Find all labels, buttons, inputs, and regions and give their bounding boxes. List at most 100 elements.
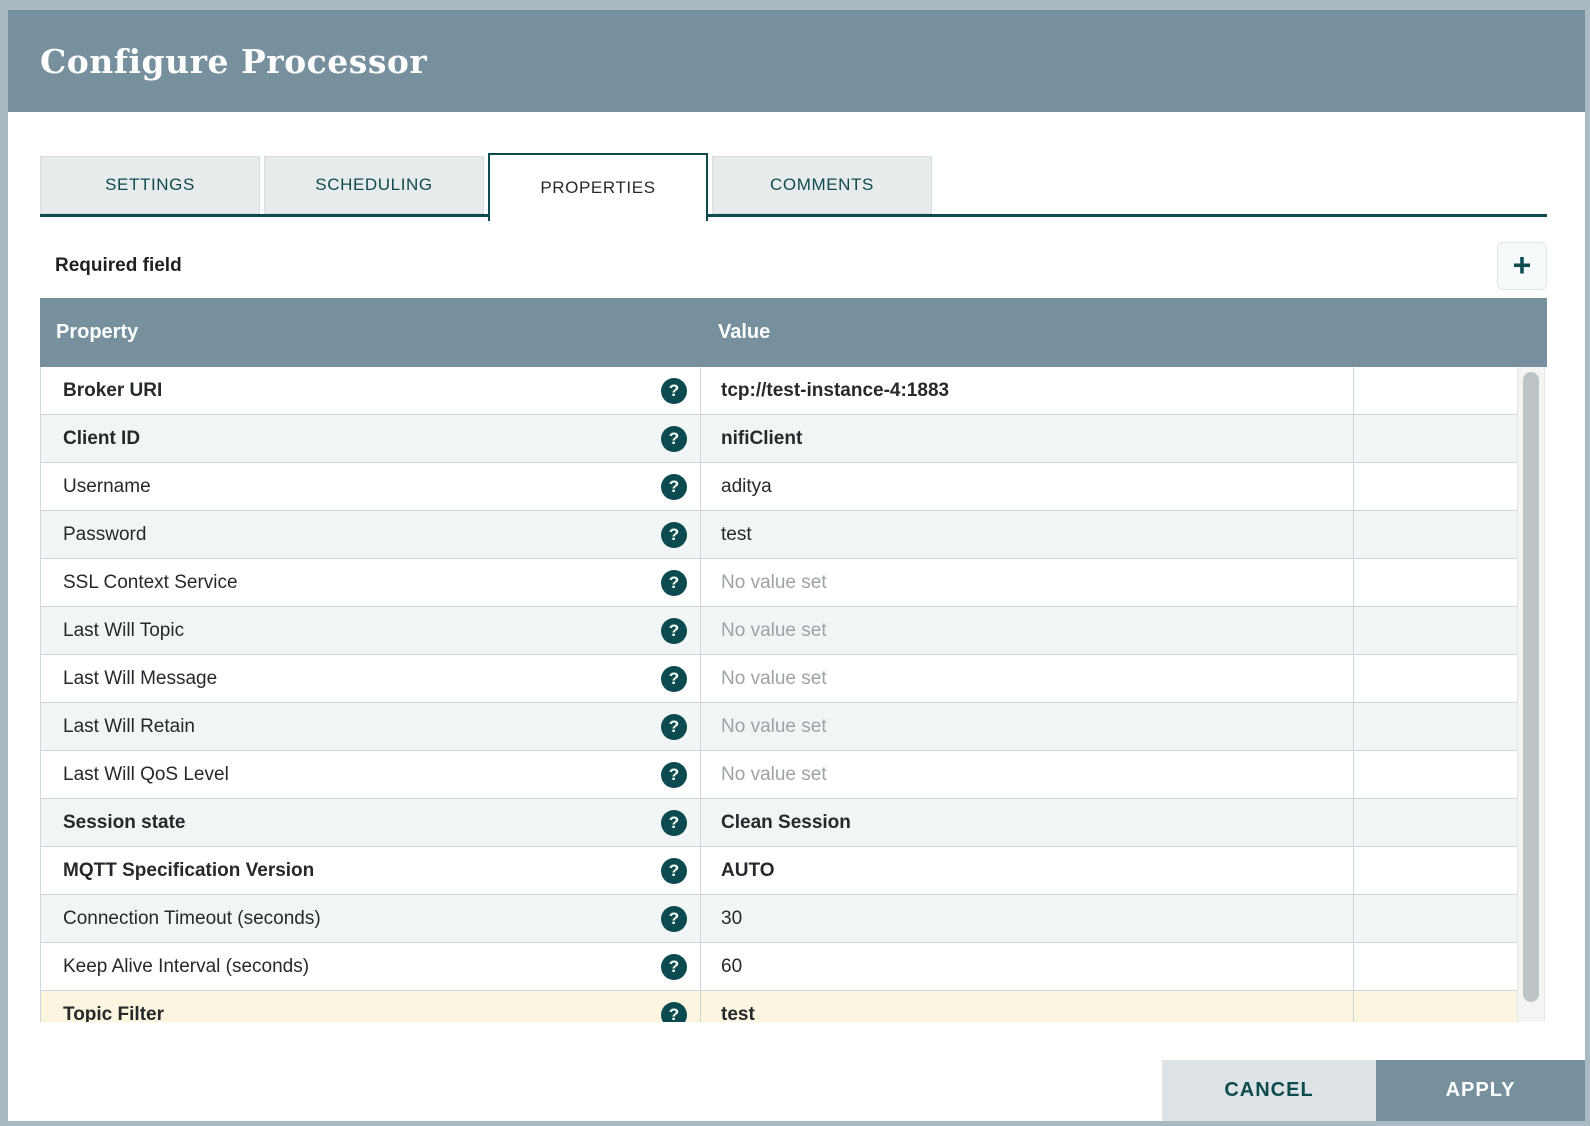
property-value: 60 <box>721 956 742 978</box>
property-value: Clean Session <box>721 812 851 834</box>
value-cell[interactable]: No value set <box>701 607 1354 654</box>
property-value: No value set <box>721 620 827 642</box>
value-cell[interactable]: 30 <box>701 895 1354 942</box>
tab-scheduling[interactable]: SCHEDULING <box>264 156 484 214</box>
value-cell[interactable]: tcp://test-instance-4:1883 <box>701 367 1354 414</box>
dialog-content: SETTINGS SCHEDULING PROPERTIES COMMENTS … <box>8 156 1585 1022</box>
property-cell: Password ? <box>41 511 701 558</box>
property-cell: Session state ? <box>41 799 701 846</box>
value-cell[interactable]: 60 <box>701 943 1354 990</box>
plus-icon: + <box>1513 249 1532 281</box>
tab-comments[interactable]: COMMENTS <box>712 156 932 214</box>
dialog-footer: CANCEL APPLY <box>1162 1060 1585 1121</box>
help-icon[interactable]: ? <box>661 762 687 788</box>
table-body-wrap: Broker URI ? tcp://test-instance-4:1883 … <box>40 367 1547 1022</box>
property-name: MQTT Specification Version <box>63 860 314 882</box>
value-cell[interactable]: aditya <box>701 463 1354 510</box>
help-icon[interactable]: ? <box>661 810 687 836</box>
table-row: Last Will Retain ? No value set <box>41 703 1517 751</box>
property-value: nifiClient <box>721 428 802 450</box>
tab-bar: SETTINGS SCHEDULING PROPERTIES COMMENTS <box>40 156 1547 217</box>
row-extra-cell <box>1354 943 1517 990</box>
value-cell[interactable]: AUTO <box>701 847 1354 894</box>
property-value: No value set <box>721 716 827 738</box>
property-value: No value set <box>721 668 827 690</box>
cancel-button[interactable]: CANCEL <box>1162 1060 1376 1121</box>
help-icon[interactable]: ? <box>661 474 687 500</box>
table-row: Username ? aditya <box>41 463 1517 511</box>
row-extra-cell <box>1354 415 1517 462</box>
property-name: SSL Context Service <box>63 572 238 594</box>
table-row: Broker URI ? tcp://test-instance-4:1883 <box>41 367 1517 415</box>
table-toolbar: Required field + <box>40 241 1547 291</box>
table-row: Keep Alive Interval (seconds) ? 60 <box>41 943 1517 991</box>
row-extra-cell <box>1354 799 1517 846</box>
help-icon[interactable]: ? <box>661 1002 687 1023</box>
scrollbar-thumb[interactable] <box>1523 372 1539 1002</box>
help-icon[interactable]: ? <box>661 522 687 548</box>
property-cell: Client ID ? <box>41 415 701 462</box>
property-cell: Keep Alive Interval (seconds) ? <box>41 943 701 990</box>
dialog-header: Configure Processor <box>8 10 1585 112</box>
property-name: Username <box>63 476 151 498</box>
value-cell[interactable]: test <box>701 991 1354 1022</box>
table-scrollbar[interactable] <box>1517 367 1545 1022</box>
tab-settings[interactable]: SETTINGS <box>40 156 260 214</box>
table-row: Last Will Topic ? No value set <box>41 607 1517 655</box>
add-property-button[interactable]: + <box>1497 242 1547 290</box>
row-extra-cell <box>1354 991 1517 1022</box>
property-cell: SSL Context Service ? <box>41 559 701 606</box>
property-value: AUTO <box>721 860 774 882</box>
table-header: Property Value <box>40 298 1547 367</box>
row-extra-cell <box>1354 511 1517 558</box>
apply-button[interactable]: APPLY <box>1376 1060 1585 1121</box>
property-name: Session state <box>63 812 186 834</box>
row-extra-cell <box>1354 847 1517 894</box>
value-cell[interactable]: No value set <box>701 655 1354 702</box>
tab-properties[interactable]: PROPERTIES <box>488 153 708 221</box>
row-extra-cell <box>1354 463 1517 510</box>
help-icon[interactable]: ? <box>661 378 687 404</box>
property-value: No value set <box>721 572 827 594</box>
property-cell: Username ? <box>41 463 701 510</box>
property-cell: Connection Timeout (seconds) ? <box>41 895 701 942</box>
help-icon[interactable]: ? <box>661 954 687 980</box>
row-extra-cell <box>1354 559 1517 606</box>
table-row: Last Will QoS Level ? No value set <box>41 751 1517 799</box>
value-cell[interactable]: No value set <box>701 559 1354 606</box>
value-cell[interactable]: nifiClient <box>701 415 1354 462</box>
property-name: Last Will Retain <box>63 716 195 738</box>
row-extra-cell <box>1354 703 1517 750</box>
property-name: Last Will Message <box>63 668 217 690</box>
table-row: Session state ? Clean Session <box>41 799 1517 847</box>
help-icon[interactable]: ? <box>661 714 687 740</box>
help-icon[interactable]: ? <box>661 618 687 644</box>
table-row: Client ID ? nifiClient <box>41 415 1517 463</box>
property-value: aditya <box>721 476 772 498</box>
help-icon[interactable]: ? <box>661 570 687 596</box>
table-row: Password ? test <box>41 511 1517 559</box>
table-row: MQTT Specification Version ? AUTO <box>41 847 1517 895</box>
property-name: Password <box>63 524 146 546</box>
help-icon[interactable]: ? <box>661 858 687 884</box>
value-cell[interactable]: No value set <box>701 703 1354 750</box>
property-cell: Topic Filter ? <box>41 991 701 1022</box>
help-icon[interactable]: ? <box>661 666 687 692</box>
help-icon[interactable]: ? <box>661 426 687 452</box>
property-name: Topic Filter <box>63 1004 164 1023</box>
value-cell[interactable]: No value set <box>701 751 1354 798</box>
column-header-property: Property <box>40 321 700 344</box>
property-name: Broker URI <box>63 380 162 402</box>
row-extra-cell <box>1354 655 1517 702</box>
table-row: Connection Timeout (seconds) ? 30 <box>41 895 1517 943</box>
property-name: Last Will Topic <box>63 620 184 642</box>
value-cell[interactable]: test <box>701 511 1354 558</box>
property-name: Connection Timeout (seconds) <box>63 908 321 930</box>
value-cell[interactable]: Clean Session <box>701 799 1354 846</box>
properties-table: Property Value Broker URI ? tcp://test-i… <box>40 298 1547 1022</box>
table-row: Topic Filter ? test <box>41 991 1517 1022</box>
help-icon[interactable]: ? <box>661 906 687 932</box>
property-name: Client ID <box>63 428 140 450</box>
dialog-title: Configure Processor <box>40 42 427 81</box>
property-name: Last Will QoS Level <box>63 764 229 786</box>
